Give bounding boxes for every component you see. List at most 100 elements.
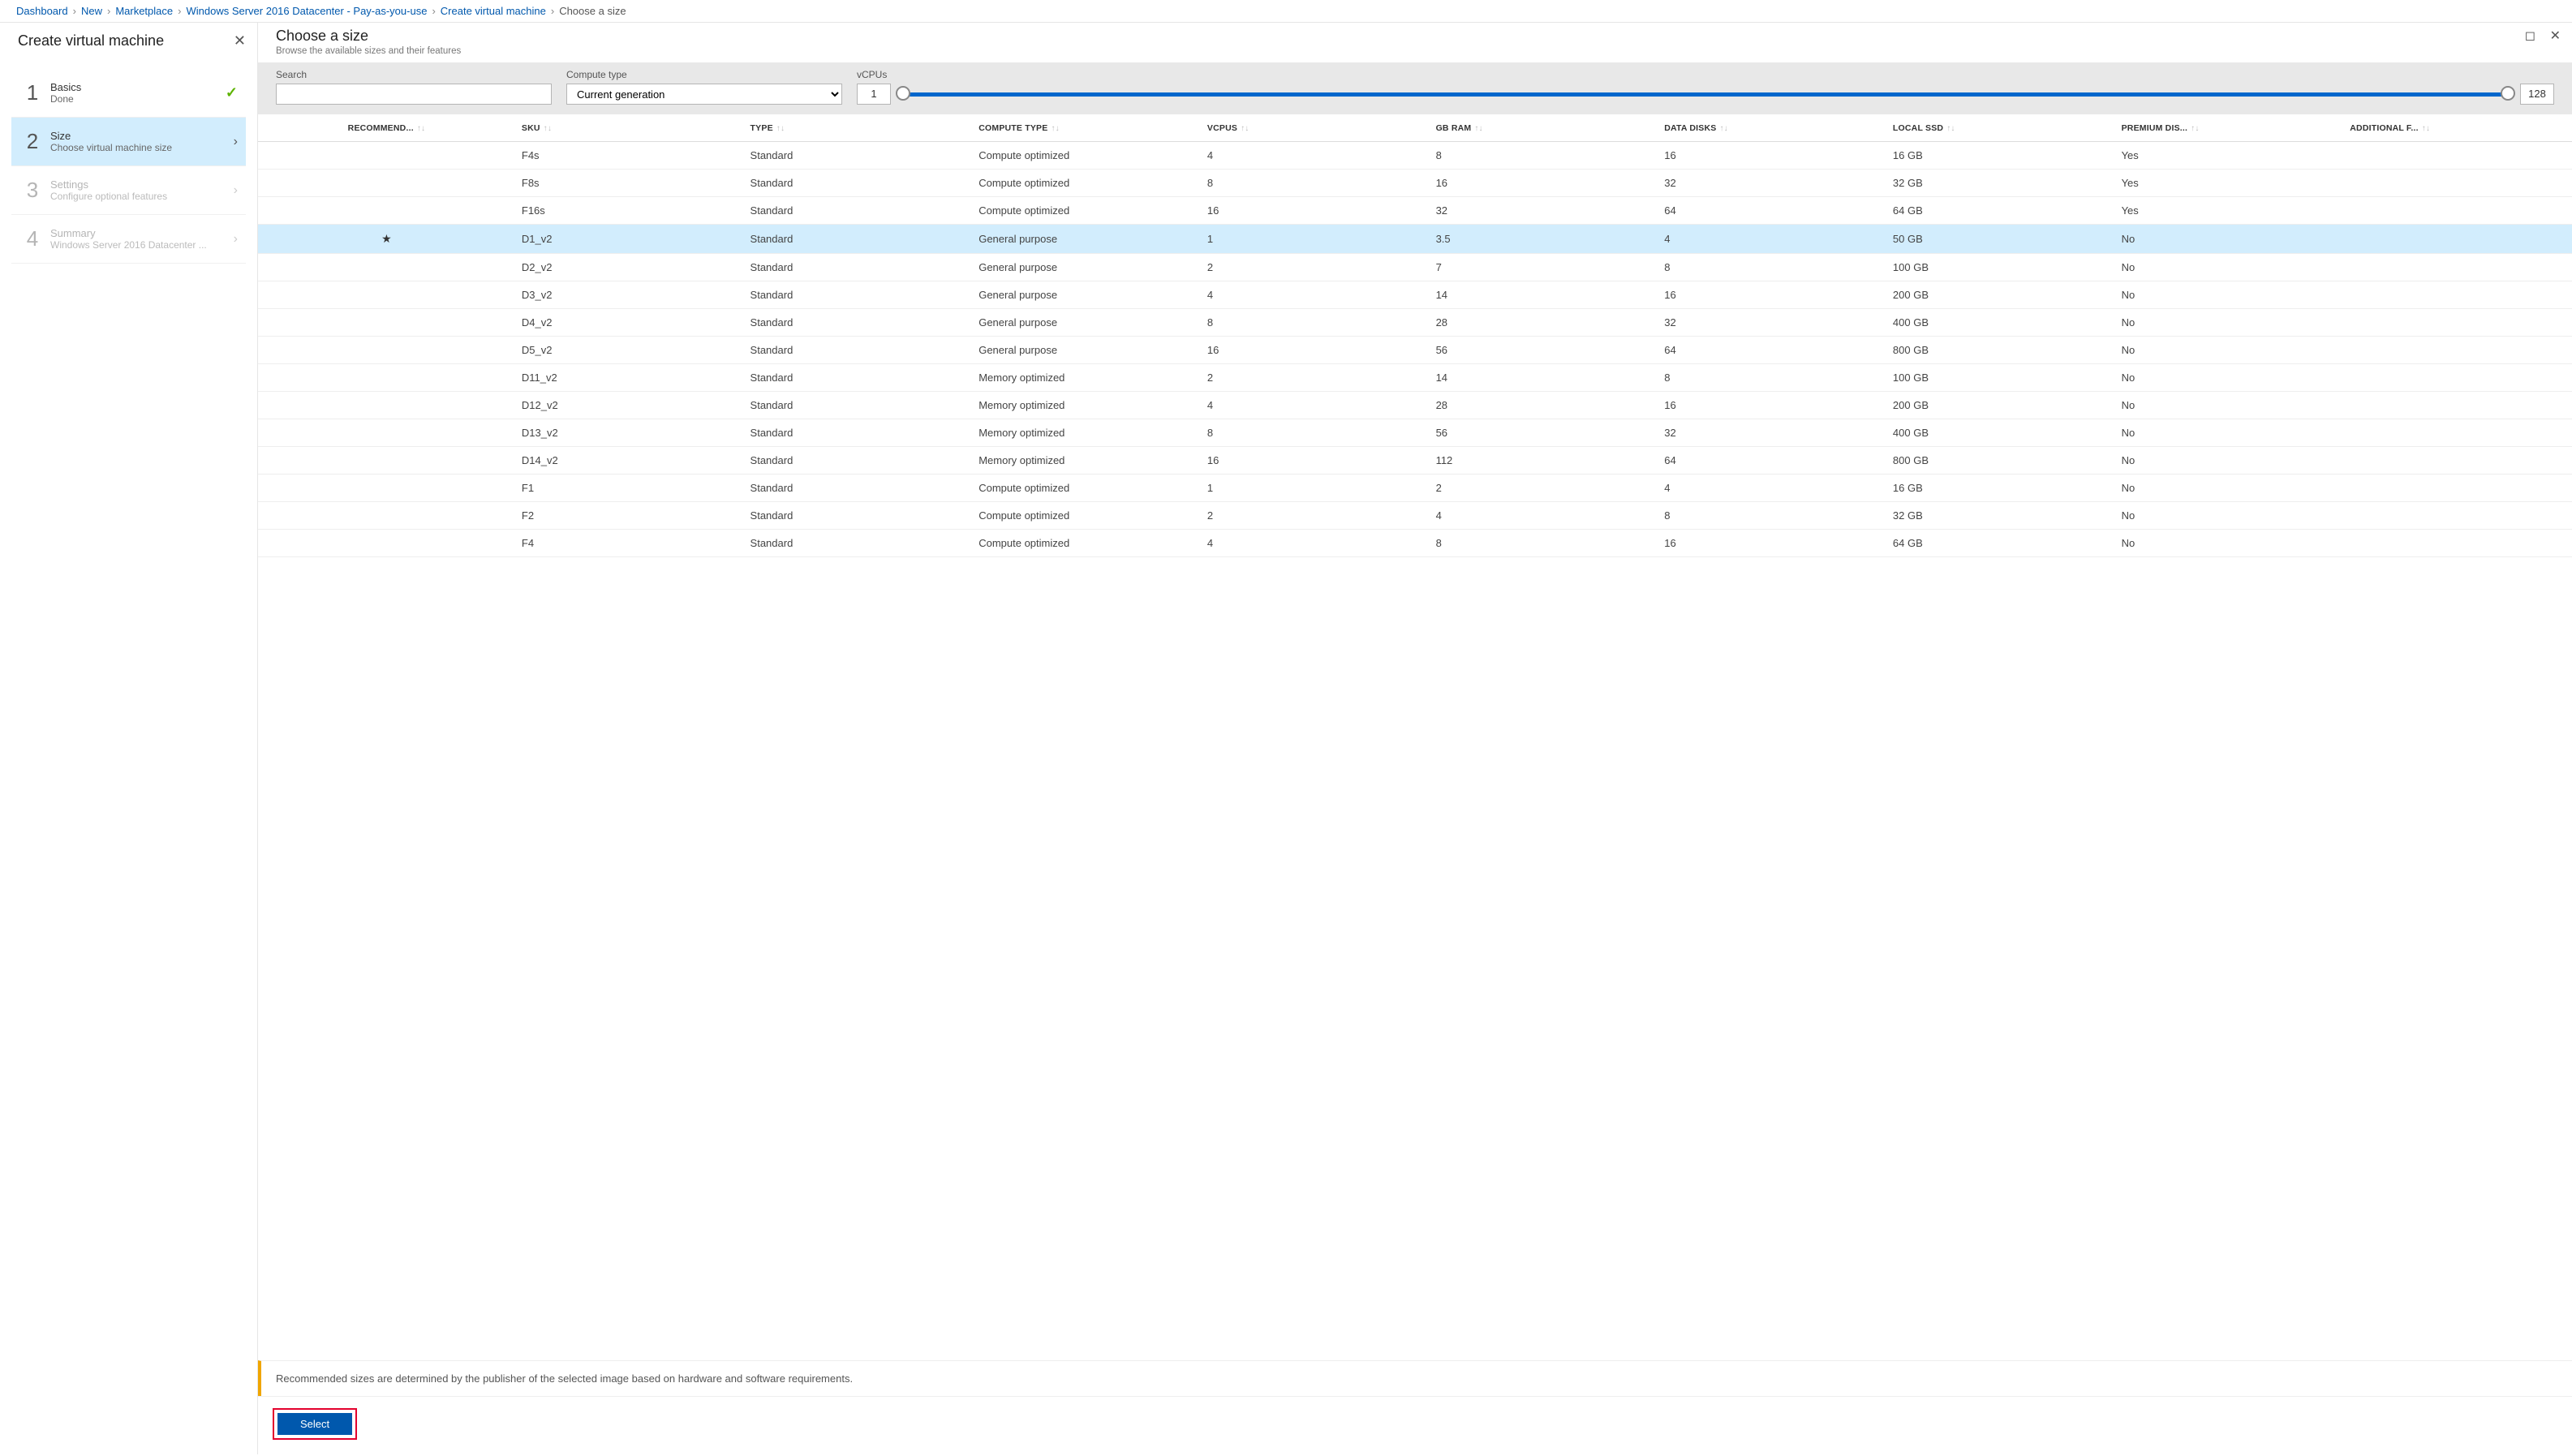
column-header[interactable]: ADDITIONAL F...↑↓ [2343, 115, 2572, 142]
wizard-step-summary: 4SummaryWindows Server 2016 Datacenter .… [11, 215, 246, 264]
table-row[interactable]: D12_v2StandardMemory optimized42816200 G… [258, 392, 2572, 419]
breadcrumb-link[interactable]: Marketplace [115, 5, 173, 17]
compute-type-select[interactable]: Current generation [566, 84, 842, 105]
sort-icon[interactable]: ↑↓ [2422, 124, 2430, 133]
cell [2343, 309, 2572, 337]
slider-thumb-right[interactable] [2501, 86, 2515, 101]
cell: 8 [1658, 364, 1886, 392]
column-header[interactable]: COMPUTE TYPE↑↓ [972, 115, 1201, 142]
cell: 4 [1201, 392, 1430, 419]
select-button[interactable]: Select [277, 1413, 352, 1435]
cell: Yes [2115, 170, 2344, 197]
cell: Standard [744, 502, 973, 530]
cell: D12_v2 [515, 392, 744, 419]
table-row[interactable]: D13_v2StandardMemory optimized85632400 G… [258, 419, 2572, 447]
cell: 100 GB [1886, 364, 2115, 392]
sort-icon[interactable]: ↑↓ [1051, 124, 1059, 133]
cell: 16 GB [1886, 475, 2115, 502]
sort-icon[interactable]: ↑↓ [2191, 124, 2199, 133]
table-row[interactable]: F4StandardCompute optimized481664 GBNo [258, 530, 2572, 557]
table-row[interactable]: D5_v2StandardGeneral purpose165664800 GB… [258, 337, 2572, 364]
cell: 16 [1201, 337, 1430, 364]
sort-icon[interactable]: ↑↓ [776, 124, 785, 133]
vcpu-max-box[interactable]: 128 [2520, 84, 2554, 105]
cell: 16 [1201, 197, 1430, 225]
column-header[interactable]: DATA DISKS↑↓ [1658, 115, 1886, 142]
cell: 800 GB [1886, 447, 2115, 475]
cell: Compute optimized [972, 142, 1201, 170]
cell: 56 [1430, 337, 1658, 364]
cell: Standard [744, 309, 973, 337]
cell: 112 [1430, 447, 1658, 475]
breadcrumb-link[interactable]: Create virtual machine [441, 5, 546, 17]
breadcrumb-link[interactable]: Dashboard [16, 5, 68, 17]
sort-icon[interactable]: ↑↓ [1946, 124, 1955, 133]
table-row[interactable]: F16sStandardCompute optimized16326464 GB… [258, 197, 2572, 225]
chevron-right-icon: › [73, 5, 76, 17]
table-row[interactable]: ★D1_v2StandardGeneral purpose13.5450 GBN… [258, 225, 2572, 254]
cell: D2_v2 [515, 254, 744, 281]
recommended-cell [258, 502, 515, 530]
step-title: Summary [50, 227, 234, 239]
breadcrumb-link[interactable]: New [81, 5, 102, 17]
cell: 64 [1658, 447, 1886, 475]
table-row[interactable]: D2_v2StandardGeneral purpose278100 GBNo [258, 254, 2572, 281]
table-row[interactable]: D11_v2StandardMemory optimized2148100 GB… [258, 364, 2572, 392]
cell: Memory optimized [972, 419, 1201, 447]
table-row[interactable]: F4sStandardCompute optimized481616 GBYes [258, 142, 2572, 170]
cell: Standard [744, 197, 973, 225]
cell: General purpose [972, 337, 1201, 364]
sort-icon[interactable]: ↑↓ [1719, 124, 1727, 133]
cell: 50 GB [1886, 225, 2115, 254]
cell [2343, 142, 2572, 170]
step-title: Size [50, 130, 234, 142]
cell: 16 [1658, 530, 1886, 557]
sort-icon[interactable]: ↑↓ [1474, 124, 1482, 133]
column-header[interactable]: TYPE↑↓ [744, 115, 973, 142]
vcpu-slider[interactable] [897, 84, 2514, 105]
vcpu-min-box[interactable]: 1 [857, 84, 891, 105]
cell [2343, 364, 2572, 392]
column-header[interactable]: PREMIUM DIS...↑↓ [2115, 115, 2344, 142]
table-row[interactable]: F1StandardCompute optimized12416 GBNo [258, 475, 2572, 502]
close-icon[interactable]: ✕ [2550, 29, 2561, 43]
table-row[interactable]: F8sStandardCompute optimized8163232 GBYe… [258, 170, 2572, 197]
cell [2343, 475, 2572, 502]
slider-thumb-left[interactable] [896, 86, 910, 101]
breadcrumb-link[interactable]: Windows Server 2016 Datacenter - Pay-as-… [186, 5, 427, 17]
cell: D14_v2 [515, 447, 744, 475]
table-row[interactable]: D14_v2StandardMemory optimized1611264800… [258, 447, 2572, 475]
close-icon[interactable]: ✕ [230, 29, 249, 53]
cell: F8s [515, 170, 744, 197]
cell: General purpose [972, 225, 1201, 254]
recommended-cell [258, 419, 515, 447]
cell: 8 [1658, 502, 1886, 530]
size-panel: Choose a size Browse the available sizes… [258, 23, 2572, 1454]
cell: 8 [1201, 170, 1430, 197]
search-input[interactable] [276, 84, 552, 105]
cell [2343, 502, 2572, 530]
cell: 100 GB [1886, 254, 2115, 281]
wizard-step-size[interactable]: 2SizeChoose virtual machine size› [11, 118, 246, 166]
cell: 2 [1201, 502, 1430, 530]
column-header[interactable]: SKU↑↓ [515, 115, 744, 142]
sort-icon[interactable]: ↑↓ [1241, 124, 1249, 133]
cell: 4 [1201, 142, 1430, 170]
cell: 64 GB [1886, 197, 2115, 225]
table-row[interactable]: D3_v2StandardGeneral purpose41416200 GBN… [258, 281, 2572, 309]
column-header[interactable]: LOCAL SSD↑↓ [1886, 115, 2115, 142]
cell: 8 [1658, 254, 1886, 281]
sort-icon[interactable]: ↑↓ [417, 124, 425, 133]
column-header[interactable]: RECOMMEND...↑↓ [258, 115, 515, 142]
sort-icon[interactable]: ↑↓ [544, 124, 552, 133]
maximize-icon[interactable]: ◻ [2525, 29, 2535, 43]
recommended-cell [258, 281, 515, 309]
cell: F2 [515, 502, 744, 530]
table-row[interactable]: F2StandardCompute optimized24832 GBNo [258, 502, 2572, 530]
table-row[interactable]: D4_v2StandardGeneral purpose82832400 GBN… [258, 309, 2572, 337]
wizard-step-basics[interactable]: 1BasicsDone✓ [11, 69, 246, 118]
column-header[interactable]: GB RAM↑↓ [1430, 115, 1658, 142]
filters-bar: Search Compute type Current generation v… [258, 62, 2572, 114]
cell: No [2115, 254, 2344, 281]
column-header[interactable]: VCPUS↑↓ [1201, 115, 1430, 142]
